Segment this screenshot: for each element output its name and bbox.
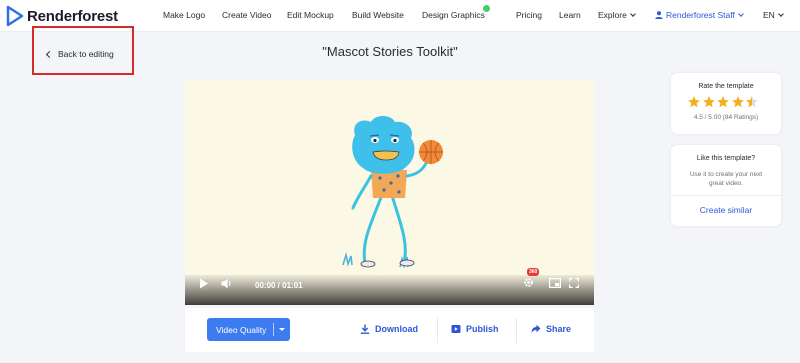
- share-icon: [531, 324, 541, 333]
- nav-design-graphics[interactable]: Design Graphics: [422, 10, 485, 20]
- like-card-title: Like this template?: [696, 155, 756, 162]
- caret-down-icon: [279, 328, 285, 331]
- star-icon[interactable]: [687, 95, 701, 109]
- like-template-card: Like this template? Use it to create you…: [671, 145, 781, 226]
- fullscreen-icon[interactable]: [569, 278, 579, 288]
- nav-build-website[interactable]: Build Website: [352, 10, 404, 20]
- language-selector[interactable]: EN: [763, 10, 784, 20]
- play-icon[interactable]: [199, 278, 209, 289]
- user-icon: [655, 11, 663, 19]
- user-menu[interactable]: Renderforest Staff: [655, 10, 744, 20]
- nav-learn[interactable]: Learn: [559, 10, 581, 20]
- publish-icon: [451, 325, 461, 333]
- renderforest-logo-icon: [6, 6, 24, 26]
- back-to-editing-label: Back to editing: [58, 49, 114, 59]
- download-label: Download: [375, 324, 418, 334]
- rating-score: 4.5 / 5.00: [693, 114, 721, 121]
- page-title: "Mascot Stories Toolkit": [322, 44, 458, 59]
- user-name: Renderforest Staff: [666, 10, 735, 20]
- chevron-left-icon: [45, 50, 54, 58]
- like-card-description: Use it to create your next great video.: [689, 171, 763, 187]
- nav-create-video[interactable]: Create Video: [222, 10, 271, 20]
- settings-gear-icon[interactable]: [523, 277, 534, 288]
- create-similar-link[interactable]: Create similar: [671, 205, 781, 215]
- logo[interactable]: Renderforest: [6, 5, 118, 27]
- video-player[interactable]: 00:00 / 01:01 360: [185, 80, 594, 305]
- picture-in-picture-icon[interactable]: [549, 278, 561, 288]
- logo-text: Renderforest: [27, 7, 118, 25]
- chevron-down-icon: [629, 11, 636, 17]
- nav-make-logo[interactable]: Make Logo: [163, 10, 205, 20]
- share-label: Share: [546, 324, 572, 334]
- star-icon[interactable]: [731, 95, 745, 109]
- publish-button[interactable]: Publish: [451, 324, 499, 334]
- dropdown-divider: [273, 323, 274, 336]
- nav-explore[interactable]: Explore: [598, 10, 636, 20]
- star-rating[interactable]: [687, 95, 760, 109]
- chevron-down-icon: [737, 11, 744, 17]
- rating-count: (84 Ratings): [722, 114, 759, 121]
- volume-icon[interactable]: [221, 278, 233, 289]
- video-actions-bar: Video Quality Download Publish Share: [185, 308, 594, 352]
- new-badge-dot: [483, 5, 490, 12]
- video-quality-dropdown[interactable]: Video Quality: [207, 318, 290, 341]
- divider: [671, 195, 781, 196]
- nav-edit-mockup[interactable]: Edit Mockup: [287, 10, 334, 20]
- download-icon: [360, 324, 370, 334]
- publish-label: Publish: [466, 324, 499, 334]
- rating-title: Rate the template: [698, 83, 754, 90]
- nav-explore-label: Explore: [598, 10, 627, 20]
- quality-badge: 360: [527, 268, 540, 276]
- star-icon[interactable]: [716, 95, 730, 109]
- rating-summary: 4.5 / 5.00 (84 Ratings): [671, 114, 781, 121]
- chevron-down-icon: [777, 11, 784, 17]
- download-button[interactable]: Download: [360, 324, 418, 334]
- share-button[interactable]: Share: [531, 324, 571, 334]
- video-quality-label: Video Quality: [216, 324, 267, 335]
- time-display: 00:00 / 01:01: [255, 281, 303, 290]
- star-icon[interactable]: [702, 95, 716, 109]
- language-label: EN: [763, 10, 775, 20]
- separator: [437, 318, 438, 343]
- nav-pricing[interactable]: Pricing: [516, 10, 542, 20]
- separator: [516, 318, 517, 343]
- rating-card: Rate the template 4.5 / 5.00 (84 Ratings…: [671, 73, 781, 134]
- half-star-icon[interactable]: [745, 95, 759, 109]
- back-to-editing-link[interactable]: Back to editing: [45, 49, 114, 59]
